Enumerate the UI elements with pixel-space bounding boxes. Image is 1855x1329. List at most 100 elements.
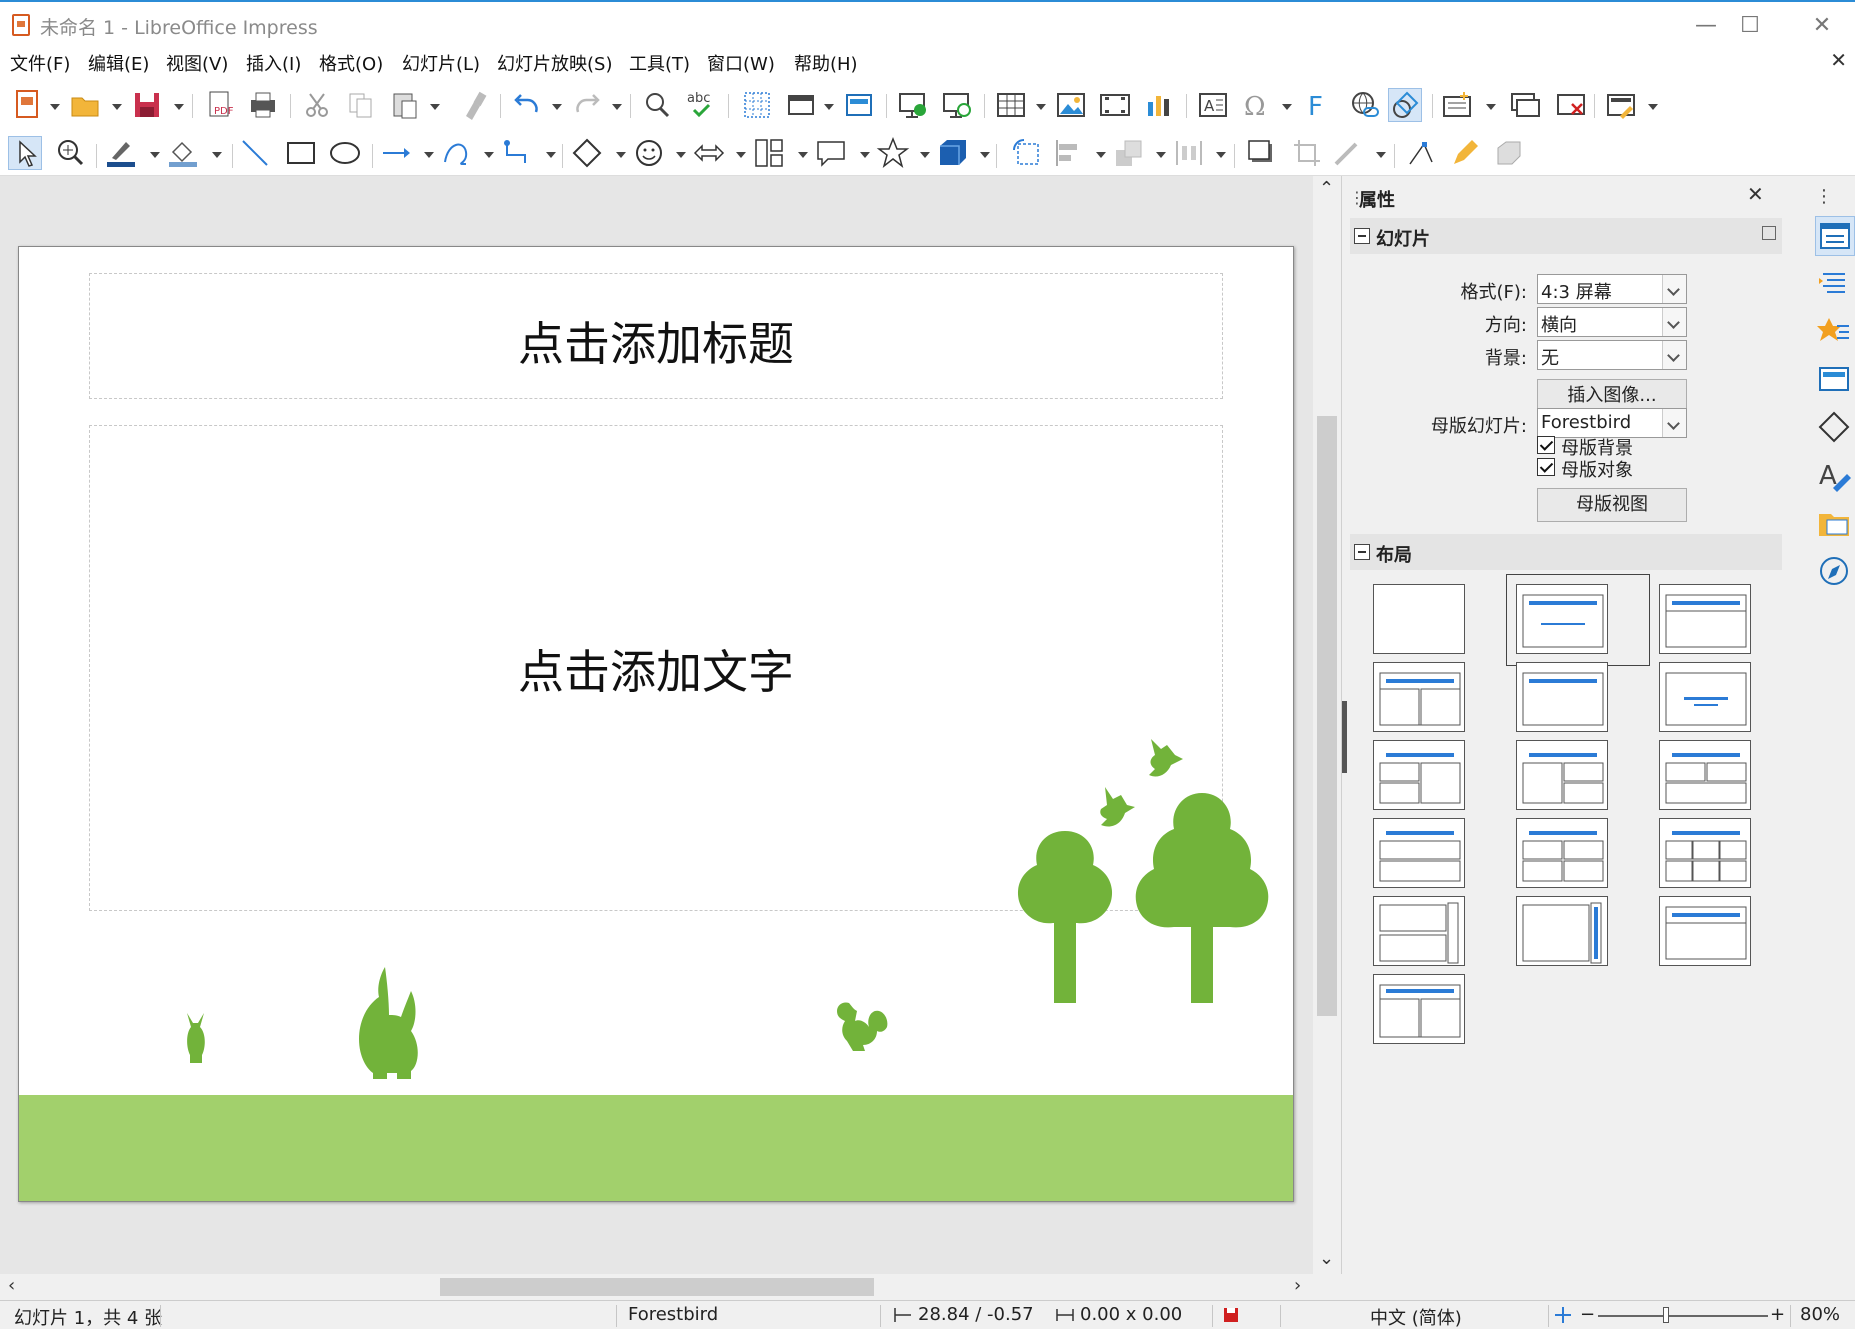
- slide-layout-icon[interactable]: [1604, 88, 1638, 122]
- rotate-icon[interactable]: [1010, 136, 1044, 170]
- layout-thumbnail[interactable]: [1373, 740, 1465, 810]
- close-document-icon[interactable]: ✕: [1830, 48, 1847, 72]
- block-arrows-icon[interactable]: [692, 136, 726, 170]
- zoom-slider-thumb[interactable]: [1663, 1307, 1669, 1323]
- layout-thumbnail[interactable]: [1659, 896, 1751, 966]
- new-slide-dropdown-arrow[interactable]: [1486, 104, 1496, 110]
- callout-dropdown-arrow[interactable]: [860, 152, 870, 158]
- duplicate-slide-icon[interactable]: [1508, 88, 1542, 122]
- fontwork-icon[interactable]: F: [1300, 88, 1334, 122]
- ellipse-icon[interactable]: [328, 136, 362, 170]
- open-folder-icon[interactable]: [68, 88, 102, 122]
- close-window-button[interactable]: ✕: [1792, 10, 1852, 42]
- layout-thumbnail[interactable]: [1659, 662, 1751, 732]
- more-options-icon[interactable]: [1762, 226, 1776, 240]
- export-pdf-icon[interactable]: PDF: [202, 88, 236, 122]
- menu-tools[interactable]: 工具(T): [629, 50, 690, 76]
- menu-help[interactable]: 帮助(H): [794, 50, 858, 76]
- layout-section-header[interactable]: 布局: [1350, 534, 1782, 570]
- animation-deck-icon[interactable]: [1815, 312, 1855, 352]
- menu-format[interactable]: 格式(O): [319, 50, 383, 76]
- select-pointer-icon[interactable]: [8, 136, 42, 170]
- shapes-deck-icon[interactable]: [1815, 408, 1855, 448]
- find-replace-icon[interactable]: [640, 88, 674, 122]
- master-slide-icon[interactable]: [842, 88, 876, 122]
- curves-polygons-icon[interactable]: [440, 136, 474, 170]
- table-dropdown-arrow[interactable]: [1036, 104, 1046, 110]
- chevron-down-icon[interactable]: [1662, 308, 1686, 336]
- master-objects-checkbox[interactable]: [1537, 458, 1555, 476]
- gallery-deck-icon[interactable]: [1815, 504, 1855, 544]
- shadow-icon[interactable]: [1244, 136, 1278, 170]
- new-slide-icon[interactable]: [1440, 88, 1474, 122]
- layout-thumbnail[interactable]: [1516, 662, 1608, 732]
- special-character-icon[interactable]: Ω: [1240, 88, 1274, 122]
- insert-table-icon[interactable]: [994, 88, 1028, 122]
- 3d-objects-dropdown-arrow[interactable]: [980, 152, 990, 158]
- layout-thumbnail[interactable]: [1373, 818, 1465, 888]
- callout-shapes-icon[interactable]: [814, 136, 848, 170]
- basic-shapes-dropdown-arrow[interactable]: [616, 152, 626, 158]
- layout-thumbnail[interactable]: [1373, 896, 1465, 966]
- format-select[interactable]: 4:3 屏幕: [1537, 274, 1687, 304]
- master-view-button[interactable]: 母版视图: [1537, 488, 1687, 522]
- display-grid-icon[interactable]: [740, 88, 774, 122]
- sidebar-close-icon[interactable]: ✕: [1747, 182, 1764, 206]
- basic-shapes-icon[interactable]: [570, 136, 604, 170]
- undo-dropdown-arrow[interactable]: [552, 104, 562, 110]
- lines-arrows-icon[interactable]: [380, 136, 414, 170]
- insert-line-icon[interactable]: [238, 136, 272, 170]
- spelling-icon[interactable]: abc: [684, 88, 718, 122]
- maximize-button[interactable]: ☐: [1720, 10, 1780, 42]
- points-edit-icon[interactable]: [1404, 136, 1438, 170]
- line-color-icon[interactable]: [104, 136, 138, 170]
- new-dropdown-arrow[interactable]: [50, 104, 60, 110]
- symbol-shapes-icon[interactable]: [632, 136, 666, 170]
- undo-icon[interactable]: [510, 88, 544, 122]
- insert-textbox-icon[interactable]: A: [1196, 88, 1230, 122]
- arrange-dropdown-arrow[interactable]: [1156, 152, 1166, 158]
- line-color-dropdown-arrow[interactable]: [150, 152, 160, 158]
- insert-media-icon[interactable]: [1098, 88, 1132, 122]
- fill-color-icon[interactable]: [166, 136, 200, 170]
- scroll-right-arrow[interactable]: ›: [1294, 1275, 1301, 1296]
- paste-dropdown-arrow[interactable]: [430, 104, 440, 110]
- chevron-down-icon[interactable]: [1662, 341, 1686, 369]
- block-arrows-dropdown-arrow[interactable]: [736, 152, 746, 158]
- layout-thumbnail[interactable]: [1373, 974, 1465, 1044]
- filter-dropdown-arrow[interactable]: [1376, 152, 1386, 158]
- menu-file[interactable]: 文件(F): [10, 50, 70, 76]
- connectors-dropdown-arrow[interactable]: [546, 152, 556, 158]
- align-dropdown-arrow[interactable]: [1096, 152, 1106, 158]
- extrusion-toggle-icon[interactable]: [1492, 136, 1526, 170]
- properties-deck-icon[interactable]: [1815, 216, 1855, 256]
- insert-image-icon[interactable]: [1054, 88, 1088, 122]
- paste-icon[interactable]: [388, 88, 422, 122]
- navigator-deck-icon[interactable]: [1815, 552, 1855, 592]
- chevron-down-icon[interactable]: [1662, 409, 1686, 437]
- styles-deck-icon[interactable]: A: [1815, 456, 1855, 496]
- rectangle-icon[interactable]: [284, 136, 318, 170]
- layout-thumbnail[interactable]: [1659, 740, 1751, 810]
- star-dropdown-arrow[interactable]: [920, 152, 930, 158]
- save-icon[interactable]: [130, 88, 164, 122]
- save-dropdown-arrow[interactable]: [174, 104, 184, 110]
- redo-icon[interactable]: [570, 88, 604, 122]
- layout-thumbnail[interactable]: [1516, 740, 1608, 810]
- layout-thumbnail[interactable]: [1516, 896, 1608, 966]
- master-slides-deck-icon[interactable]: [1815, 360, 1855, 400]
- arrange-icon[interactable]: [1112, 136, 1146, 170]
- 3d-objects-icon[interactable]: [936, 136, 970, 170]
- filter-icon[interactable]: [1330, 136, 1364, 170]
- background-select[interactable]: 无: [1537, 340, 1687, 370]
- menu-insert[interactable]: 插入(I): [246, 50, 301, 76]
- new-document-icon[interactable]: [10, 88, 44, 122]
- delete-slide-icon[interactable]: [1554, 88, 1588, 122]
- menu-slide[interactable]: 幻灯片(L): [402, 50, 480, 76]
- copy-icon[interactable]: [344, 88, 378, 122]
- print-icon[interactable]: [246, 88, 280, 122]
- scroll-up-arrow[interactable]: ⌃: [1319, 178, 1334, 199]
- lines-arrows-dropdown-arrow[interactable]: [424, 152, 434, 158]
- vertical-scrollbar[interactable]: ⌃ ⌄: [1313, 176, 1341, 1274]
- display-views-dropdown-arrow[interactable]: [824, 104, 834, 110]
